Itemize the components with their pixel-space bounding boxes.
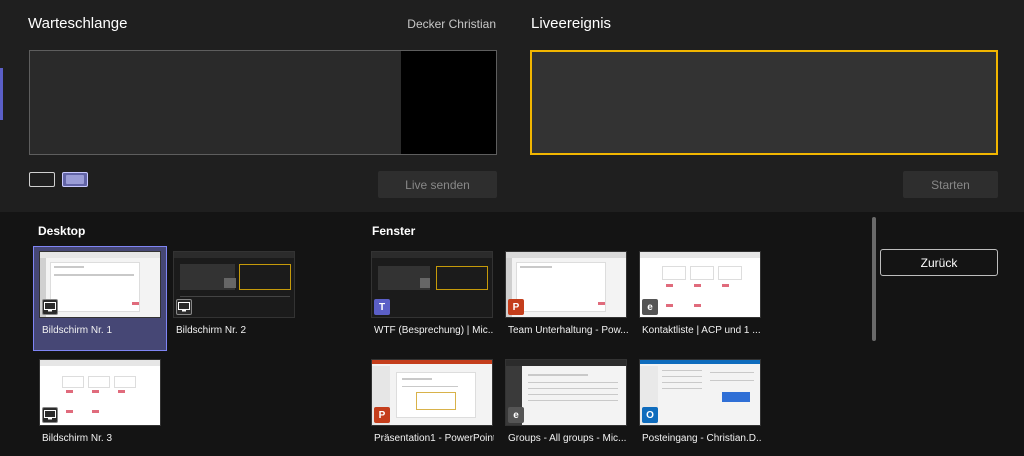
- desktop-tile-label: Bildschirm Nr. 2: [176, 325, 247, 336]
- queue-preview[interactable]: [29, 50, 497, 155]
- left-edge-indicator: [0, 68, 3, 120]
- window-tile-team-conversation[interactable]: P Team Unterhaltung - Pow...: [500, 247, 632, 350]
- desktop-thumbnail: [39, 359, 161, 426]
- window-thumbnail: e: [505, 359, 627, 426]
- desktop-thumbnail: [173, 251, 295, 318]
- desktop-tile-1[interactable]: Bildschirm Nr. 1: [33, 246, 167, 351]
- window-thumbnail: T: [371, 251, 493, 318]
- window-thumbnail: e: [639, 251, 761, 318]
- desktop-thumbnail: [39, 251, 161, 318]
- window-tile-label: WTF (Besprechung) | Mic...: [374, 325, 494, 336]
- powerpoint-icon: P: [374, 407, 390, 423]
- window-thumbnail: P: [371, 359, 493, 426]
- screen-share-icon: [176, 299, 192, 315]
- presenter-name: Decker Christian: [407, 17, 496, 31]
- edge-icon: e: [508, 407, 524, 423]
- back-button[interactable]: Zurück: [880, 249, 998, 276]
- window-section-title: Fenster: [372, 224, 416, 238]
- live-event-preview: [530, 50, 998, 155]
- desktop-tile-label: Bildschirm Nr. 1: [42, 325, 113, 336]
- window-tile-label: Groups - All groups - Mic...: [508, 433, 627, 444]
- broadcast-panel: Warteschlange Decker Christian Liveereig…: [0, 0, 1024, 212]
- edge-icon: e: [642, 299, 658, 315]
- window-tile-groups[interactable]: e Groups - All groups - Mic...: [500, 355, 632, 456]
- send-live-button[interactable]: Live senden: [378, 171, 497, 198]
- screen-share-icon: [42, 299, 58, 315]
- desktop-section-title: Desktop: [38, 224, 86, 238]
- outlook-icon: O: [642, 407, 658, 423]
- live-event-title: Liveereignis: [531, 15, 612, 32]
- window-tile-teams-meeting[interactable]: T WTF (Besprechung) | Mic...: [366, 247, 498, 350]
- teams-icon: T: [374, 299, 390, 315]
- queue-title: Warteschlange: [28, 15, 128, 32]
- window-tile-label: Kontaktliste | ACP und 1 ...: [642, 325, 761, 336]
- start-button[interactable]: Starten: [903, 171, 998, 198]
- window-thumbnail: O: [639, 359, 761, 426]
- picker-scrollbar[interactable]: [872, 217, 876, 341]
- desktop-tile-3[interactable]: Bildschirm Nr. 3: [34, 355, 166, 456]
- layout-single-button[interactable]: [29, 172, 55, 187]
- window-thumbnail: P: [505, 251, 627, 318]
- screen-share-icon: [42, 407, 58, 423]
- content-picker: Desktop Fenster Bildschirm Nr. 1 Bildsch…: [0, 212, 1024, 456]
- desktop-tile-2[interactable]: Bildschirm Nr. 2: [168, 247, 300, 350]
- desktop-tile-label: Bildschirm Nr. 3: [42, 433, 113, 444]
- window-tile-label: Team Unterhaltung - Pow...: [508, 325, 628, 336]
- window-tile-label: Posteingang - Christian.D...: [642, 433, 762, 444]
- queue-preview-content-pane: [401, 51, 496, 154]
- window-tile-contact-list[interactable]: e Kontaktliste | ACP und 1 ...: [634, 247, 766, 350]
- powerpoint-icon: P: [508, 299, 524, 315]
- window-tile-inbox[interactable]: O Posteingang - Christian.D...: [634, 355, 766, 456]
- window-tile-presentation[interactable]: P Präsentation1 - PowerPoint: [366, 355, 498, 456]
- layout-side-by-side-button[interactable]: [62, 172, 88, 187]
- window-tile-label: Präsentation1 - PowerPoint: [374, 433, 494, 444]
